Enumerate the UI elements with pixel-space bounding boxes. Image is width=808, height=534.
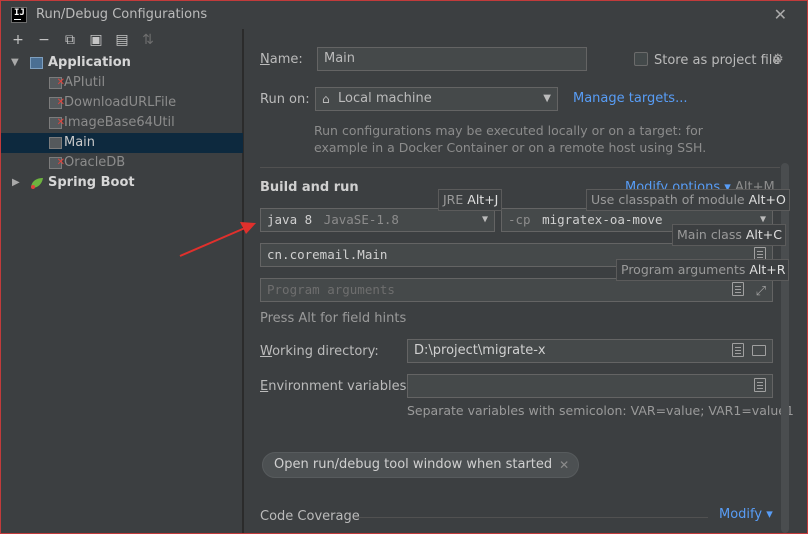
run-on-dropdown[interactable]: ⌂ Local machine ▼	[315, 87, 558, 111]
class-error-icon: ✕	[49, 77, 65, 89]
chip-label: Open run/debug tool window when started	[274, 457, 553, 472]
run-on-label: Run on:	[260, 92, 310, 107]
jre-tooltip: JRE Alt+J	[438, 189, 503, 211]
open-tool-window-chip[interactable]: Open run/debug tool window when started …	[262, 452, 580, 478]
home-icon: ⌂	[322, 92, 330, 106]
tree-item-selected[interactable]: Main	[1, 133, 243, 153]
chevron-right-icon[interactable]: ▶	[12, 173, 20, 193]
tree-item[interactable]: ✕ ImageBase64Util	[1, 113, 243, 133]
separator	[260, 167, 780, 168]
code-coverage-heading: Code Coverage	[260, 509, 360, 524]
remove-option-icon[interactable]: ✕	[559, 453, 569, 477]
jre-dropdown[interactable]: java 8 JavaSE-1.8 ▼	[260, 208, 495, 232]
sidebar-toolbar: + − ⧉ ▣ ▤ ⇅	[1, 29, 243, 53]
application-icon	[30, 57, 43, 69]
jre-value: java 8	[267, 212, 313, 227]
field-hints-text: Press Alt for field hints	[260, 311, 407, 326]
name-field[interactable]: Main	[317, 47, 587, 71]
tree-item-label: Main	[64, 135, 96, 150]
window-title: Run/Debug Configurations	[36, 7, 208, 22]
tree-label-application: Application	[48, 55, 131, 70]
tree-item-label: ImageBase64Util	[64, 115, 175, 130]
tree-item-label: DownloadURLFile	[64, 95, 177, 110]
spring-boot-icon	[31, 178, 43, 189]
program-arguments-placeholder: Program arguments	[267, 282, 395, 297]
environment-variables-label: Environment variables:	[260, 379, 411, 394]
separator	[355, 517, 708, 518]
class-error-icon: ✕	[49, 97, 65, 109]
working-directory-value: D:\project\migrate-x	[414, 343, 546, 358]
copy-icon[interactable]: ⧉	[62, 32, 78, 48]
manage-targets-link[interactable]: Manage targets...	[573, 91, 687, 106]
edit-environment-icon[interactable]	[754, 378, 766, 392]
chevron-down-icon: ▼	[543, 93, 551, 104]
classpath-tooltip: Use classpath of module Alt+O	[586, 189, 790, 211]
class-error-icon: ✕	[49, 157, 65, 169]
tree-item-label: OracleDB	[64, 155, 126, 170]
tree-item[interactable]: ✕ DownloadURLFile	[1, 93, 243, 113]
scrollbar[interactable]	[781, 163, 789, 533]
sort-icon[interactable]: ⇅	[140, 32, 156, 48]
folder-icon[interactable]: ▤	[114, 32, 130, 48]
save-icon[interactable]: ▣	[88, 32, 104, 48]
main-class-value: cn.coremail.Main	[267, 247, 388, 262]
insert-macro-icon[interactable]	[732, 343, 744, 357]
class-error-icon: ✕	[49, 117, 65, 129]
build-and-run-heading: Build and run	[260, 180, 359, 195]
chevron-down-icon[interactable]: ▼	[11, 53, 19, 73]
run-on-hint-line-2: example in a Docker Container or on a re…	[314, 140, 707, 155]
main-class-tooltip: Main class Alt+C	[672, 224, 786, 246]
title-bar: IJ Run/Debug Configurations ✕	[1, 1, 807, 29]
tree-item[interactable]: ✕ OracleDB	[1, 153, 243, 173]
environment-variables-field[interactable]	[407, 374, 773, 398]
intellij-icon: IJ	[11, 7, 27, 23]
configuration-editor: Name: Main Store as project file ⚙ Run o…	[244, 29, 807, 533]
tree-item-label: APIutil	[64, 75, 106, 90]
working-directory-label: Working directory:	[260, 344, 379, 359]
add-icon[interactable]: +	[10, 32, 26, 48]
folder-icon[interactable]	[752, 345, 766, 356]
run-on-value: Local machine	[338, 91, 432, 106]
cp-prefix: -cp	[508, 212, 531, 227]
expand-icon[interactable]: ⤢	[756, 281, 766, 303]
tree-label-spring-boot: Spring Boot	[48, 175, 135, 190]
program-arguments-tooltip: Program arguments Alt+R	[616, 259, 790, 281]
modify-code-coverage-link[interactable]: Modify ▾	[719, 507, 773, 522]
close-icon[interactable]: ✕	[774, 5, 787, 24]
class-icon	[49, 137, 62, 149]
cp-value: migratex-oa-move	[542, 212, 663, 227]
store-as-project-label[interactable]: Store as project file	[654, 53, 780, 68]
store-as-project-checkbox[interactable]	[634, 52, 648, 66]
tree-node-spring-boot[interactable]: ▶ Spring Boot	[1, 173, 243, 193]
insert-macro-icon[interactable]	[732, 282, 744, 296]
chevron-down-icon: ▼	[481, 214, 488, 225]
gear-icon[interactable]: ⚙	[772, 52, 784, 67]
program-arguments-field[interactable]: Program arguments ⤢	[260, 278, 773, 302]
configurations-sidebar: + − ⧉ ▣ ▤ ⇅ ▼ Application ✕ APIutil ✕ Do…	[1, 29, 243, 533]
name-label: Name:	[260, 52, 303, 67]
working-directory-field[interactable]: D:\project\migrate-x	[407, 339, 773, 363]
environment-variables-hint: Separate variables with semicolon: VAR=v…	[407, 403, 794, 418]
run-on-hint-line-1: Run configurations may be executed local…	[314, 123, 703, 138]
tree-node-application[interactable]: ▼ Application	[1, 53, 243, 73]
remove-icon[interactable]: −	[36, 32, 52, 48]
tree-item[interactable]: ✕ APIutil	[1, 73, 243, 93]
jre-version: JavaSE-1.8	[323, 212, 399, 227]
